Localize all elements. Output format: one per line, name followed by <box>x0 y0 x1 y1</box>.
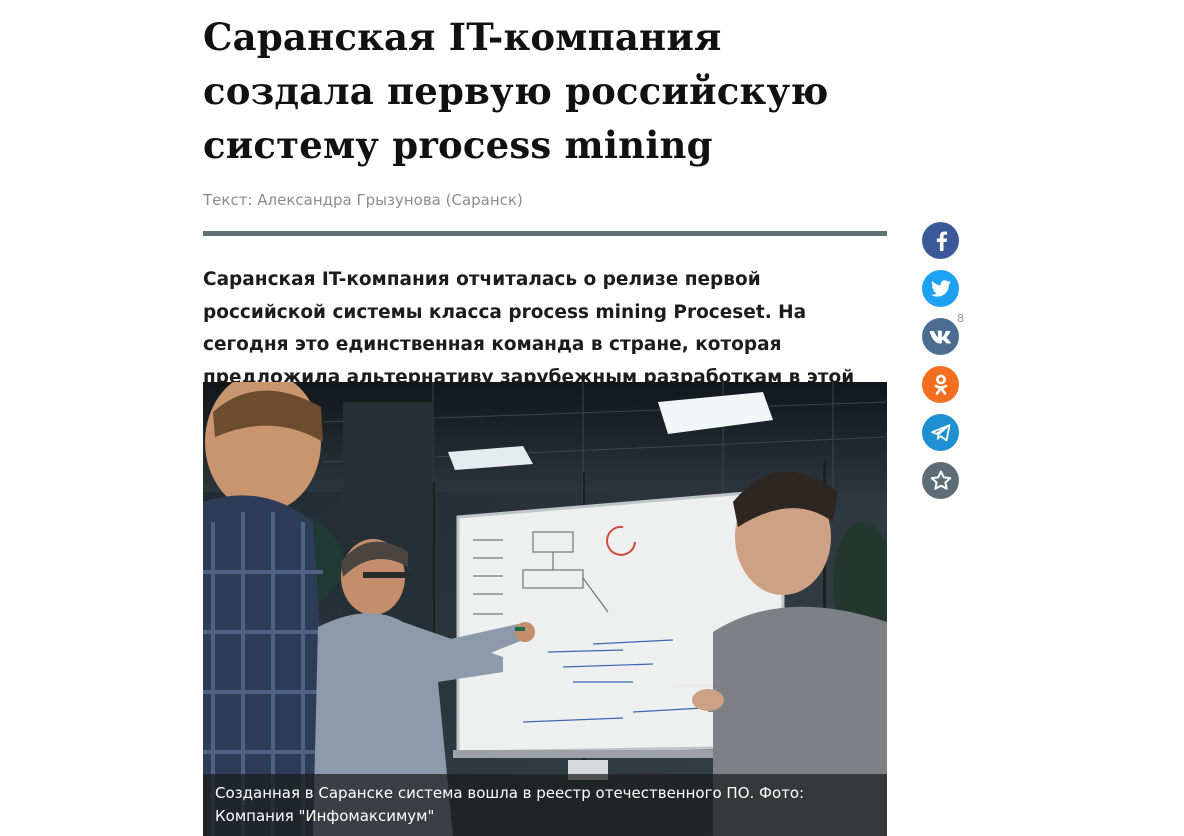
share-panel: 8 <box>922 222 964 510</box>
share-vk-button[interactable]: 8 <box>922 312 964 355</box>
facebook-icon <box>933 231 949 251</box>
vk-icon <box>929 330 953 344</box>
twitter-icon <box>930 279 952 298</box>
article: Саранская IT-компания создала первую рос… <box>203 0 887 427</box>
title-divider <box>203 231 887 236</box>
article-page: Саранская IT-компания создала первую рос… <box>0 0 1184 836</box>
article-byline: Текст: Александра Грызунова (Саранск) <box>203 191 523 209</box>
odnoklassniki-icon <box>934 374 948 396</box>
share-telegram-button[interactable] <box>922 414 959 451</box>
photo-illustration <box>203 382 887 836</box>
article-photo: Созданная в Саранске система вошла в рее… <box>203 382 887 836</box>
add-to-favorites-button[interactable] <box>922 462 959 499</box>
star-icon <box>930 470 952 491</box>
share-odnoklassniki-button[interactable] <box>922 366 959 403</box>
share-facebook-button[interactable] <box>922 222 959 259</box>
share-twitter-button[interactable] <box>922 270 959 307</box>
telegram-icon <box>930 423 951 442</box>
article-title: Саранская IT-компания создала первую рос… <box>203 15 829 167</box>
photo-caption: Созданная в Саранске система вошла в рее… <box>203 774 887 836</box>
vk-share-count: 8 <box>957 312 964 325</box>
